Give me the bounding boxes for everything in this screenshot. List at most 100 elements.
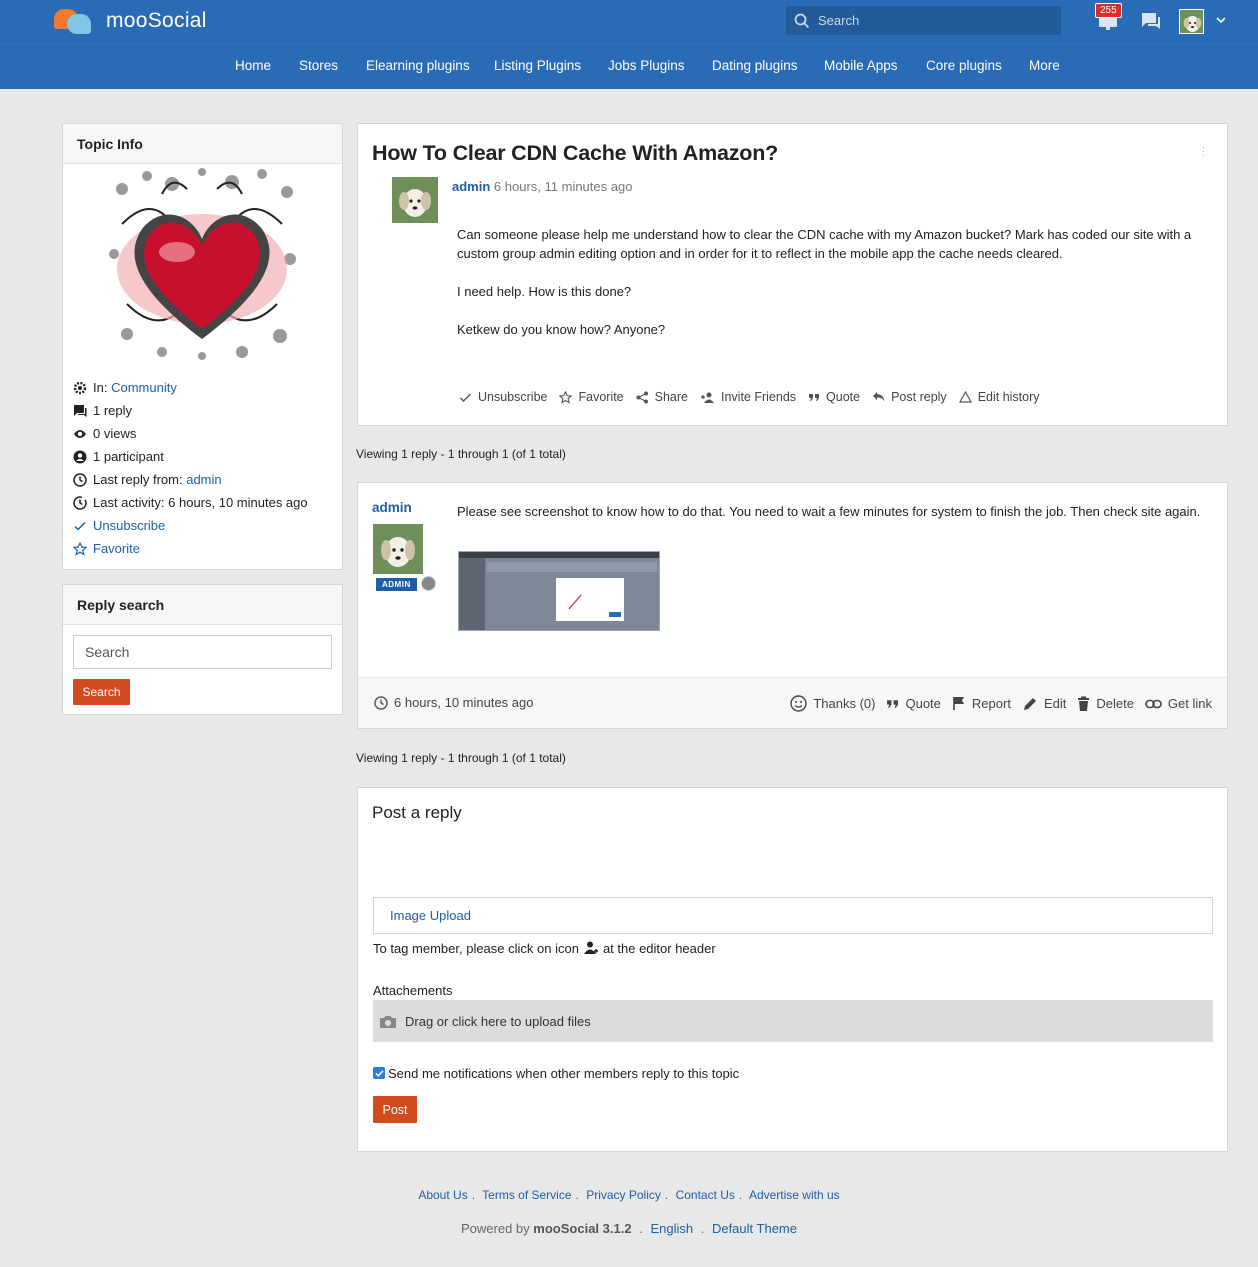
nav-item-mobile-apps[interactable]: Mobile Apps [824,58,898,73]
topic-info-unsubscribe[interactable]: Unsubscribe [73,514,333,537]
reply-actions: Thanks (0) Quote Report Edit Delete Get … [779,695,1212,712]
logo-text: mooSocial [106,9,207,32]
footer-about-link[interactable]: About Us [418,1188,467,1202]
eye-icon [74,429,86,438]
search-icon [794,13,810,28]
user-circle-icon [73,450,87,463]
star-icon [559,390,573,404]
topic-title: How To Clear CDN Cache With Amazon? [372,141,779,165]
post-reply-action[interactable]: Post reply [872,390,947,404]
tag-user-icon [583,941,598,954]
nav-item-stores[interactable]: Stores [299,58,338,73]
reply-author-avatar[interactable] [373,524,423,574]
logo-icon [54,7,92,35]
reply-text: Please see screenshot to know how to do … [457,504,1201,519]
image-upload-tab[interactable]: Image Upload [373,897,1213,934]
global-search[interactable] [786,6,1061,35]
reply-quote-action[interactable]: Quote [886,696,941,711]
quote-icon [887,700,899,708]
add-user-icon [701,392,714,403]
footer-contact-link[interactable]: Contact Us [676,1188,735,1202]
notify-label: Send me notifications when other members… [388,1066,740,1080]
chevron-down-icon[interactable] [1215,14,1227,26]
upload-dropzone[interactable]: Drag or click here to upload files [373,1000,1213,1042]
reply-post: admin ADMIN Please see screenshot to kno… [357,482,1228,729]
author-link[interactable]: admin [452,179,490,194]
admin-badge: ADMIN [376,578,417,591]
messages-icon[interactable] [1141,12,1161,30]
post-paragraph: I need help. How is this done? [457,284,632,299]
post-button[interactable]: Post [373,1096,417,1123]
global-search-input[interactable] [818,13,1048,28]
reply-icon [873,392,885,402]
reply-search-input[interactable]: Search [73,635,332,669]
reply-time: 6 hours, 10 minutes ago [374,695,533,710]
site-logo[interactable]: mooSocial [54,6,207,36]
quote-icon [809,394,820,401]
nav-item-more[interactable]: More [1029,58,1060,73]
topic-info-views: 0 views [73,422,333,445]
history-icon [73,495,87,510]
topic-info-list: In: Community 1 reply 0 views 1 particip… [73,376,333,560]
author-avatar[interactable] [392,177,438,223]
reply-search-button[interactable]: Search [73,679,130,705]
check-icon [74,521,86,531]
post-body: Can someone please help me understand ho… [457,225,1217,358]
triangle-icon [958,391,972,403]
favorite-action[interactable]: Favorite [559,390,624,404]
reply-search-panel: Reply search Search Search [62,584,343,715]
more-options-icon[interactable]: · · · [1202,143,1205,161]
last-reply-user-link[interactable]: admin [186,472,221,487]
gear-icon [73,381,87,394]
nav-item-home[interactable]: Home [235,58,271,73]
edit-history-action[interactable]: Edit history [958,390,1040,404]
topic-info-last-activity: Last activity: 6 hours, 10 minutes ago [73,491,333,514]
delete-action[interactable]: Delete [1077,696,1134,712]
footer-privacy-link[interactable]: Privacy Policy [586,1188,661,1202]
post-meta: admin 6 hours, 11 minutes ago [452,179,632,194]
nav-item-elearning-plugins[interactable]: Elearning plugins [366,58,470,73]
footer-links: About Us. Terms of Service. Privacy Poli… [418,1188,840,1202]
post-paragraph: Ketkew do you know how? Anyone? [457,322,666,337]
camera-icon [380,1015,396,1028]
reply-footer: 6 hours, 10 minutes ago Thanks (0) Quote… [358,677,1227,728]
topic-actions: Unsubscribe Favorite Share Invite Friend… [459,390,1052,404]
trash-icon [1078,696,1090,711]
reply-author-link[interactable]: admin [372,500,412,515]
nav-item-jobs-plugins[interactable]: Jobs Plugins [608,58,685,73]
share-action[interactable]: Share [636,390,688,404]
clock-icon [374,695,388,710]
reply-screenshot-image[interactable] [458,551,660,631]
topic-info-heading: Topic Info [63,124,342,164]
post-paragraph: Can someone please help me understand ho… [457,227,1192,261]
share-icon [636,391,648,403]
verified-icon [421,576,436,591]
invite-friends-action[interactable]: Invite Friends [700,390,796,404]
user-avatar[interactable] [1179,9,1204,34]
report-action[interactable]: Report [952,696,1011,711]
get-link-action[interactable]: Get link [1145,696,1212,711]
reply-search-heading: Reply search [63,585,342,625]
nav-item-listing-plugins[interactable]: Listing Plugins [494,58,581,73]
star-icon [73,541,87,556]
topic-info-favorite[interactable]: Favorite [73,537,333,560]
theme-link[interactable]: Default Theme [712,1221,797,1236]
footer-terms-link[interactable]: Terms of Service [482,1188,571,1202]
forum-link[interactable]: Community [111,380,177,395]
viewing-summary-bottom: Viewing 1 reply - 1 through 1 (of 1 tota… [356,751,566,765]
nav-item-core-plugins[interactable]: Core plugins [926,58,1002,73]
attachments-label: Attachements [373,983,453,998]
edit-action[interactable]: Edit [1022,696,1066,712]
tag-member-note: To tag member, please click on icon at t… [373,940,716,956]
quote-action[interactable]: Quote [808,390,860,404]
thanks-action[interactable]: Thanks (0) [790,695,875,712]
unsubscribe-action[interactable]: Unsubscribe [459,390,547,404]
footer-advertise-link[interactable]: Advertise with us [749,1188,840,1202]
topic-info-replies: 1 reply [73,399,333,422]
topic-heart-image [102,164,302,364]
notify-checkbox[interactable] [373,1067,385,1079]
nav-item-dating-plugins[interactable]: Dating plugins [712,58,798,73]
pencil-icon [1023,697,1036,710]
topic-info-participants: 1 participant [73,445,333,468]
language-link[interactable]: English [650,1221,693,1236]
